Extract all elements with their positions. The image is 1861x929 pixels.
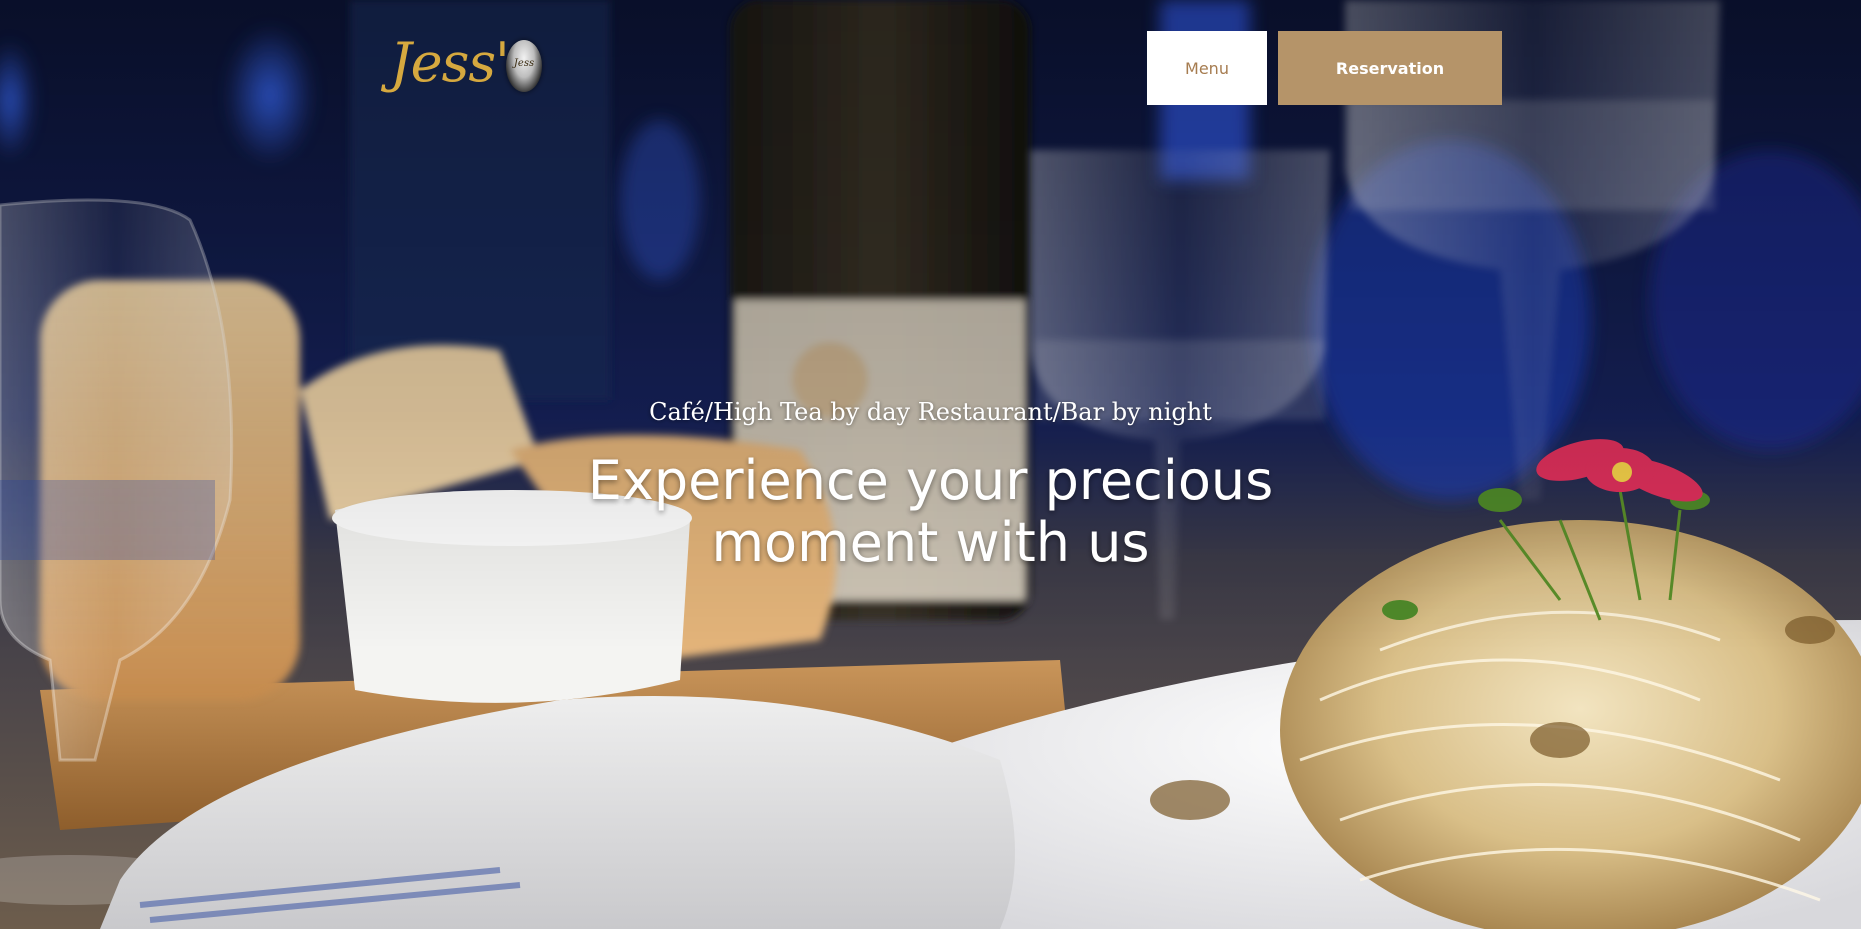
reservation-button[interactable]: Reservation: [1278, 31, 1502, 105]
hero-headline: Experience your precious moment with us: [0, 450, 1861, 574]
hero-tagline: Café/High Tea by day Restaurant/Bar by n…: [649, 398, 1212, 426]
hero-headline-line-2: moment with us: [711, 511, 1150, 574]
menu-button[interactable]: Menu: [1147, 31, 1267, 105]
hero-section: Jess' Jess Menu Reservation Café/High Te…: [0, 0, 1861, 929]
brand-logo[interactable]: Jess' Jess: [390, 18, 550, 118]
hero-headline-line-1: Experience your precious: [587, 449, 1274, 512]
brand-logo-text: Jess': [390, 31, 510, 94]
top-nav: Menu Reservation: [1147, 31, 1502, 105]
brand-logo-badge-icon: Jess: [506, 40, 542, 92]
brand-logo-badge-text: Jess: [513, 58, 535, 69]
